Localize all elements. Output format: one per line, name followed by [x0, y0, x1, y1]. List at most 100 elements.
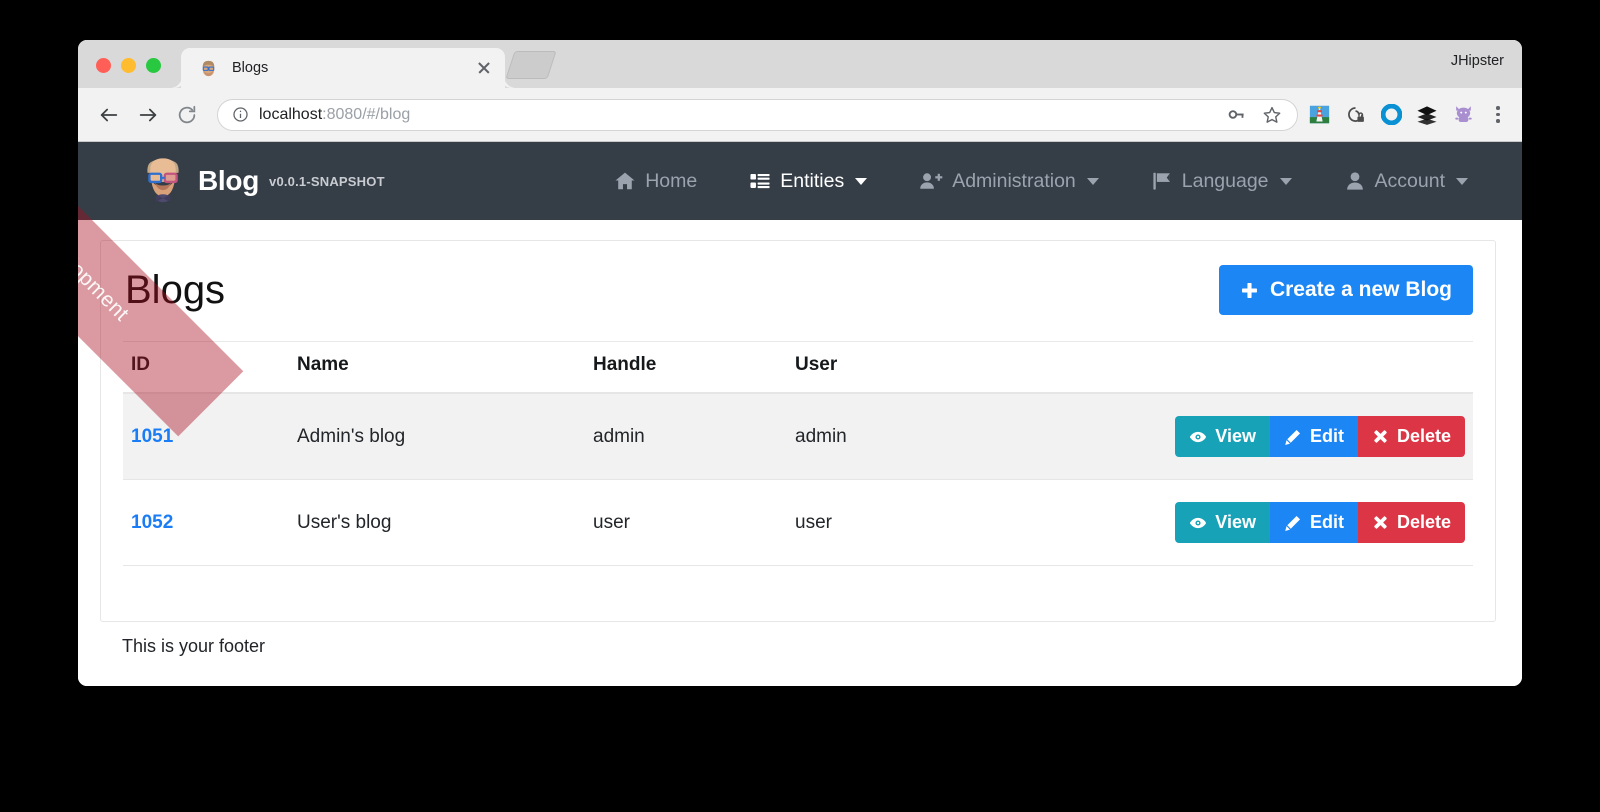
bookmark-star-icon[interactable] — [1261, 104, 1283, 126]
create-new-blog-label: Create a new Blog — [1269, 278, 1452, 301]
chevron-down-icon — [1456, 177, 1468, 185]
list-icon — [749, 170, 771, 192]
blogs-table: ID Name Handle User 1051 Admin's blog ad… — [123, 341, 1473, 566]
plus-icon — [1240, 281, 1259, 300]
user-icon — [1344, 170, 1366, 192]
pencil-icon — [1284, 428, 1302, 446]
three-dots-menu-icon[interactable] — [1488, 106, 1508, 123]
cell-id: 1051 — [123, 393, 289, 480]
nav-item-home-label: Home — [645, 169, 698, 192]
nav-item-administration-label: Administration — [952, 169, 1076, 192]
table-header: ID Name Handle User — [123, 341, 1473, 394]
password-key-icon[interactable] — [1225, 104, 1247, 126]
column-header-name[interactable]: Name — [289, 341, 585, 394]
column-header-user[interactable]: User — [787, 341, 1003, 394]
table-header-row: ID Name Handle User — [123, 341, 1473, 394]
cell-name: User's blog — [289, 479, 585, 566]
blue-circle-extension-icon[interactable] — [1380, 104, 1402, 126]
close-window-button[interactable] — [96, 58, 111, 73]
browser-toolbar: localhost:8080/#/blog — [78, 88, 1522, 142]
browser-tab-blogs[interactable]: Blogs — [181, 48, 505, 88]
cell-id: 1052 — [123, 479, 289, 566]
close-icon[interactable] — [473, 57, 495, 79]
page-footer: This is your footer — [122, 636, 266, 656]
create-new-blog-button[interactable]: Create a new Blog — [1218, 265, 1473, 315]
view-button-label: View — [1215, 426, 1256, 446]
row-action-group: View Edit Delete — [1175, 502, 1465, 543]
nav-item-account[interactable]: Account — [1318, 170, 1494, 193]
delete-button[interactable]: Delete — [1357, 416, 1465, 457]
edit-button[interactable]: Edit — [1269, 416, 1358, 457]
privacy-lock-extension-icon[interactable] — [1344, 104, 1366, 126]
times-icon — [1372, 428, 1389, 445]
nav-item-account-label: Account — [1374, 169, 1445, 192]
cell-handle: admin — [585, 393, 787, 480]
delete-button[interactable]: Delete — [1357, 502, 1465, 543]
minimize-window-button[interactable] — [121, 58, 136, 73]
navbar-brand-title: Blog — [198, 165, 260, 196]
cell-actions: View Edit Delete — [1003, 393, 1473, 480]
user-plus-icon — [919, 170, 943, 192]
new-tab-button[interactable] — [505, 51, 557, 79]
info-circle-icon[interactable] — [232, 106, 249, 123]
main-content: Blogs Create a new Blog ID Name Handle U… — [78, 220, 1522, 657]
lighthouse-extension-icon[interactable] — [1308, 104, 1330, 126]
url-path: :8080/#/blog — [322, 105, 411, 123]
view-button[interactable]: View — [1175, 416, 1270, 457]
pencil-icon — [1284, 514, 1302, 532]
url-text: localhost:8080/#/blog — [259, 106, 1225, 124]
chevron-down-icon — [855, 177, 868, 185]
nav-item-home[interactable]: Home — [588, 170, 723, 193]
app-navbar: Blog v0.0.1-SNAPSHOT Home Entities Admin… — [78, 142, 1522, 220]
column-header-id[interactable]: ID — [123, 341, 289, 394]
delete-button-label: Delete — [1396, 512, 1451, 532]
blogs-card: Blogs Create a new Blog ID Name Handle U… — [100, 240, 1496, 622]
edit-button[interactable]: Edit — [1269, 502, 1358, 543]
blog-id-link[interactable]: 1052 — [131, 512, 173, 533]
layers-extension-icon[interactable] — [1416, 104, 1438, 126]
browser-profile-name[interactable]: JHipster — [1451, 53, 1504, 69]
table-body: 1051 Admin's blog admin admin View Edit … — [123, 393, 1473, 566]
flag-icon — [1151, 170, 1173, 192]
window-traffic-lights — [96, 58, 161, 73]
browser-tab-strip: Blogs JHipster — [78, 40, 1522, 88]
reload-icon[interactable] — [170, 98, 204, 132]
nav-item-administration[interactable]: Administration — [893, 170, 1125, 193]
view-button[interactable]: View — [1175, 502, 1270, 543]
tab-title: Blogs — [232, 60, 269, 76]
card-header: Blogs Create a new Blog — [123, 241, 1473, 341]
back-arrow-icon[interactable] — [92, 98, 126, 132]
nav-item-entities[interactable]: Entities — [723, 170, 893, 193]
browser-window: Blogs JHipster localhost:8080/#/blog Blo… — [78, 40, 1522, 686]
eye-icon — [1189, 428, 1207, 446]
nav-item-language[interactable]: Language — [1125, 170, 1318, 193]
cell-handle: user — [585, 479, 787, 566]
blog-id-link[interactable]: 1051 — [131, 426, 173, 447]
column-header-handle[interactable]: Handle — [585, 341, 787, 394]
times-icon — [1372, 514, 1389, 531]
forward-arrow-icon[interactable] — [131, 98, 165, 132]
cell-actions: View Edit Delete — [1003, 479, 1473, 566]
home-icon — [614, 170, 636, 192]
table-row[interactable]: 1052 User's blog user user View Edit Del… — [123, 479, 1473, 566]
nav-item-entities-label: Entities — [780, 169, 845, 192]
nav-item-language-label: Language — [1181, 169, 1269, 192]
url-host: localhost — [259, 105, 323, 123]
maximize-window-button[interactable] — [146, 58, 161, 73]
column-header-actions — [1003, 341, 1473, 394]
page-title: Blogs — [125, 267, 226, 312]
jhipster-avatar-logo — [134, 152, 192, 210]
view-button-label: View — [1215, 512, 1256, 532]
edit-button-label: Edit — [1309, 512, 1344, 532]
table-row[interactable]: 1051 Admin's blog admin admin View Edit … — [123, 393, 1473, 480]
navbar-links: Home Entities Administration Language Ac… — [385, 170, 1494, 193]
page-viewport: Development — [78, 142, 1522, 686]
address-bar[interactable]: localhost:8080/#/blog — [217, 98, 1298, 131]
delete-button-label: Delete — [1396, 426, 1451, 446]
octotree-cat-extension-icon[interactable] — [1452, 104, 1474, 126]
chevron-down-icon — [1086, 177, 1099, 185]
cell-user: user — [787, 479, 1003, 566]
navbar-version: v0.0.1-SNAPSHOT — [269, 173, 385, 189]
navbar-brand[interactable]: Blog v0.0.1-SNAPSHOT — [134, 152, 385, 210]
extension-toolbar — [1308, 104, 1508, 126]
